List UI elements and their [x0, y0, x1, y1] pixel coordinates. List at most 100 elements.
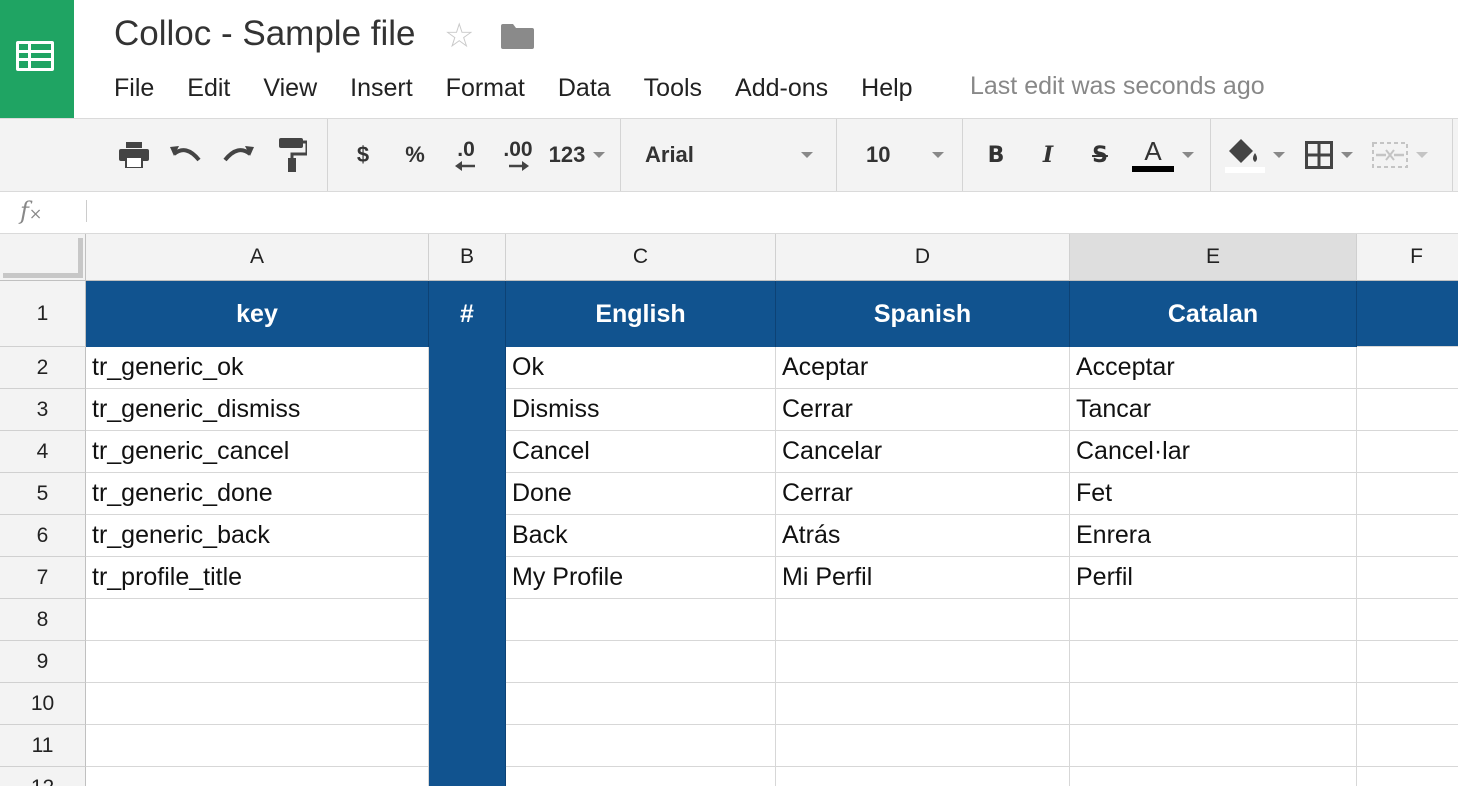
- header-cell[interactable]: #: [429, 281, 506, 347]
- cell-c2[interactable]: Ok: [506, 347, 776, 389]
- cell-e7[interactable]: Perfil: [1070, 557, 1357, 599]
- cell-e8[interactable]: [1070, 599, 1357, 641]
- percent-format-button[interactable]: %: [398, 119, 432, 191]
- cell-e4[interactable]: Cancel·lar: [1070, 431, 1357, 473]
- cell-c8[interactable]: [506, 599, 776, 641]
- menu-file[interactable]: File: [114, 74, 154, 103]
- font-family-dropdown[interactable]: Arial: [645, 119, 815, 191]
- cell-a3[interactable]: tr_generic_dismiss: [86, 389, 429, 431]
- cell-a5[interactable]: tr_generic_done: [86, 473, 429, 515]
- merge-cells-button[interactable]: [1366, 119, 1434, 191]
- column-header-c[interactable]: C: [506, 234, 776, 281]
- cell-c10[interactable]: [506, 683, 776, 725]
- document-title[interactable]: Colloc - Sample file: [114, 14, 416, 54]
- cell-b4[interactable]: [429, 431, 506, 473]
- formula-input[interactable]: [96, 192, 1446, 233]
- undo-icon[interactable]: [168, 119, 204, 191]
- cell-b11[interactable]: [429, 725, 506, 767]
- menu-edit[interactable]: Edit: [187, 74, 230, 103]
- cell-d2[interactable]: Aceptar: [776, 347, 1070, 389]
- cell-f4[interactable]: [1357, 431, 1458, 473]
- cell-b2[interactable]: [429, 347, 506, 389]
- sheets-logo[interactable]: [0, 0, 74, 118]
- cell-d8[interactable]: [776, 599, 1070, 641]
- cell-a2[interactable]: tr_generic_ok: [86, 347, 429, 389]
- column-header-a[interactable]: A: [86, 234, 429, 281]
- row-header-3[interactable]: 3: [0, 389, 86, 431]
- cell-f2[interactable]: [1357, 347, 1458, 389]
- cell-b6[interactable]: [429, 515, 506, 557]
- paint-format-icon[interactable]: [274, 119, 310, 191]
- print-icon[interactable]: [116, 119, 152, 191]
- cell-e6[interactable]: Enrera: [1070, 515, 1357, 557]
- cell-a10[interactable]: [86, 683, 429, 725]
- cell-d7[interactable]: Mi Perfil: [776, 557, 1070, 599]
- cell-f3[interactable]: [1357, 389, 1458, 431]
- text-color-button[interactable]: A: [1130, 119, 1196, 191]
- cell-f10[interactable]: [1357, 683, 1458, 725]
- cell-c6[interactable]: Back: [506, 515, 776, 557]
- borders-button[interactable]: [1300, 119, 1358, 191]
- cell-e5[interactable]: Fet: [1070, 473, 1357, 515]
- row-header-2[interactable]: 2: [0, 347, 86, 389]
- cell-c11[interactable]: [506, 725, 776, 767]
- row-header-8[interactable]: 8: [0, 599, 86, 641]
- star-icon[interactable]: ☆: [444, 16, 474, 56]
- header-cell[interactable]: English: [506, 281, 776, 347]
- cell-a11[interactable]: [86, 725, 429, 767]
- cell-e10[interactable]: [1070, 683, 1357, 725]
- menu-data[interactable]: Data: [558, 74, 611, 103]
- menu-addons[interactable]: Add-ons: [735, 74, 828, 103]
- menu-insert[interactable]: Insert: [350, 74, 413, 103]
- cell-b5[interactable]: [429, 473, 506, 515]
- cell-a9[interactable]: [86, 641, 429, 683]
- cell-c5[interactable]: Done: [506, 473, 776, 515]
- row-header-12[interactable]: 12: [0, 767, 86, 786]
- cell-b10[interactable]: [429, 683, 506, 725]
- cell-c9[interactable]: [506, 641, 776, 683]
- cell-f9[interactable]: [1357, 641, 1458, 683]
- increase-decimals-button[interactable]: .00: [496, 119, 540, 191]
- last-edit-status[interactable]: Last edit was seconds ago: [970, 72, 1265, 101]
- cell-b7[interactable]: [429, 557, 506, 599]
- font-size-dropdown[interactable]: 10: [866, 119, 946, 191]
- cell-c7[interactable]: My Profile: [506, 557, 776, 599]
- cell-d3[interactable]: Cerrar: [776, 389, 1070, 431]
- column-header-d[interactable]: D: [776, 234, 1070, 281]
- cell-d6[interactable]: Atrás: [776, 515, 1070, 557]
- row-header-6[interactable]: 6: [0, 515, 86, 557]
- cell-f8[interactable]: [1357, 599, 1458, 641]
- cell-e12[interactable]: [1070, 767, 1357, 786]
- cell-c12[interactable]: [506, 767, 776, 786]
- header-cell[interactable]: [1357, 281, 1458, 347]
- cell-e2[interactable]: Acceptar: [1070, 347, 1357, 389]
- fill-color-button[interactable]: [1224, 119, 1286, 191]
- cell-b8[interactable]: [429, 599, 506, 641]
- cell-d12[interactable]: [776, 767, 1070, 786]
- cell-e3[interactable]: Tancar: [1070, 389, 1357, 431]
- cell-d5[interactable]: Cerrar: [776, 473, 1070, 515]
- redo-icon[interactable]: [220, 119, 256, 191]
- menu-help[interactable]: Help: [861, 74, 912, 103]
- italic-button[interactable]: I: [1034, 119, 1062, 191]
- cell-e11[interactable]: [1070, 725, 1357, 767]
- cell-d10[interactable]: [776, 683, 1070, 725]
- cell-a6[interactable]: tr_generic_back: [86, 515, 429, 557]
- header-cell[interactable]: Catalan: [1070, 281, 1357, 347]
- cell-a12[interactable]: [86, 767, 429, 786]
- decrease-decimals-button[interactable]: .0: [448, 119, 484, 191]
- column-header-e[interactable]: E: [1070, 234, 1357, 281]
- row-header-11[interactable]: 11: [0, 725, 86, 767]
- strikethrough-button[interactable]: S: [1086, 119, 1114, 191]
- menu-tools[interactable]: Tools: [644, 74, 702, 103]
- cell-e9[interactable]: [1070, 641, 1357, 683]
- cell-a7[interactable]: tr_profile_title: [86, 557, 429, 599]
- folder-icon[interactable]: [501, 24, 534, 49]
- cell-d4[interactable]: Cancelar: [776, 431, 1070, 473]
- cell-c4[interactable]: Cancel: [506, 431, 776, 473]
- cell-d9[interactable]: [776, 641, 1070, 683]
- header-cell[interactable]: key: [86, 281, 429, 347]
- cell-f12[interactable]: [1357, 767, 1458, 786]
- select-all-corner[interactable]: [0, 234, 86, 281]
- row-header-1[interactable]: 1: [0, 281, 86, 347]
